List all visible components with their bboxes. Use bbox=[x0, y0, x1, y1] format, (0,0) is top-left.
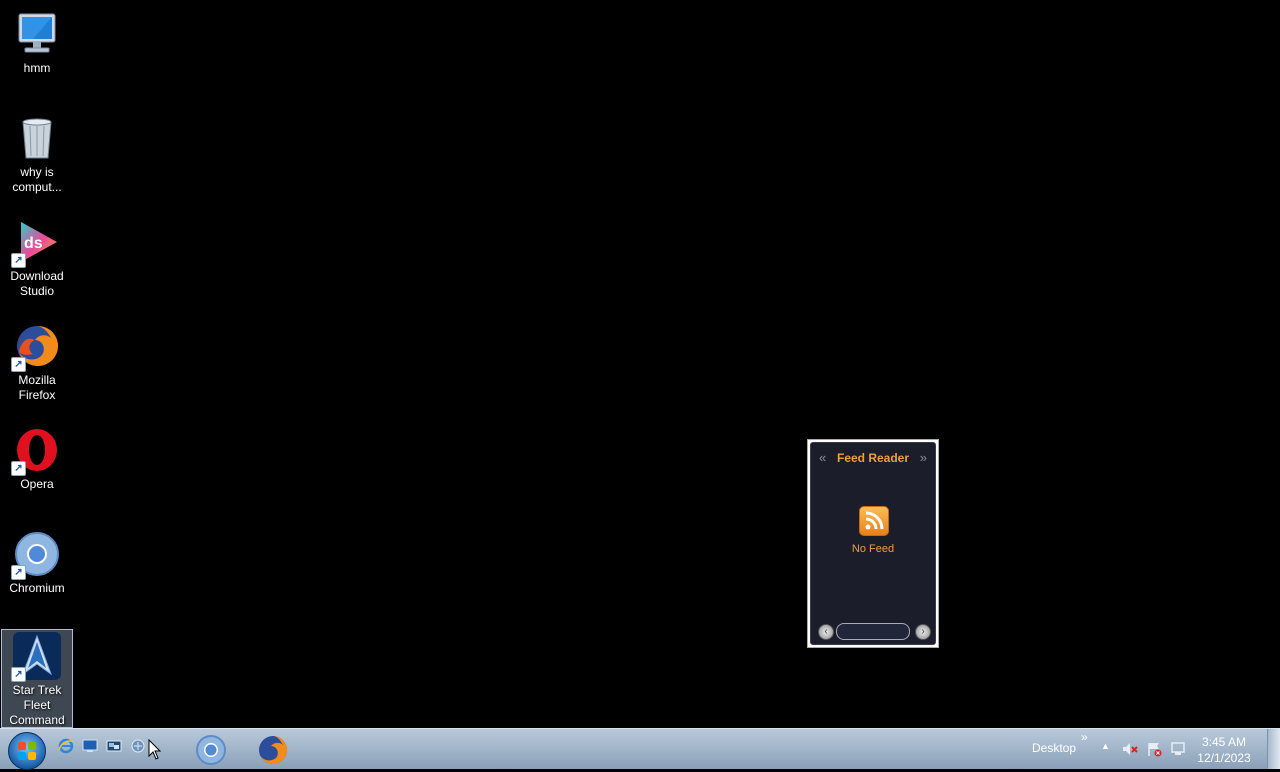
desktop-icon-label: Chromium bbox=[9, 581, 65, 595]
shortcut-arrow-icon: ↗ bbox=[11, 357, 26, 372]
desktop-icon-label: Star Trek Fleet Command bbox=[9, 683, 65, 727]
show-desktop-button[interactable] bbox=[1267, 729, 1280, 769]
firefox-icon: ↗ bbox=[11, 322, 61, 372]
desktop-icon-download-studio[interactable]: ds ↗ Download Studio bbox=[2, 210, 72, 299]
computer-icon bbox=[13, 10, 61, 58]
gadget-status: No Feed bbox=[851, 543, 895, 555]
show-hidden-icons-arrow-icon[interactable]: ▲ bbox=[1101, 741, 1110, 751]
desktop-toolbar-label[interactable]: Desktop bbox=[1032, 741, 1076, 755]
desktop-icon-firefox[interactable]: ↗ Mozilla Firefox bbox=[2, 314, 72, 403]
chromium-icon bbox=[196, 735, 226, 765]
action-center-flag-icon[interactable] bbox=[1146, 741, 1162, 757]
desktop-icon-label: why is comput... bbox=[12, 165, 62, 194]
shortcut-arrow-icon: ↗ bbox=[11, 565, 26, 580]
clock[interactable]: 3:45 AM 12/1/2023 bbox=[1192, 734, 1256, 766]
desktop-icon-label: Download Studio bbox=[10, 269, 64, 298]
shortcut-arrow-icon: ↗ bbox=[11, 253, 26, 268]
gadget-next-button[interactable]: » bbox=[920, 450, 927, 465]
feed-reader-gadget[interactable]: « Feed Reader » No Feed ‹ › bbox=[807, 439, 939, 648]
clock-time: 3:45 AM bbox=[1201, 735, 1247, 749]
desktop-icon-computer[interactable]: hmm bbox=[2, 2, 72, 76]
rss-icon bbox=[859, 506, 889, 536]
desktop-icon-chromium[interactable]: ↗ Chromium bbox=[2, 522, 72, 596]
desktop-icon-label: Mozilla Firefox bbox=[18, 373, 56, 402]
mouse-cursor-icon bbox=[148, 739, 162, 760]
gadget-title: Feed Reader bbox=[836, 451, 910, 465]
internet-explorer-icon[interactable] bbox=[58, 738, 74, 754]
opera-icon: ↗ bbox=[11, 426, 61, 476]
shortcut-arrow-icon: ↗ bbox=[11, 667, 26, 682]
clock-date: 12/1/2023 bbox=[1197, 751, 1251, 765]
shortcut-arrow-icon: ↗ bbox=[11, 461, 26, 476]
desktop-icon-star-trek-fleet-command[interactable]: ↗ Star Trek Fleet Command bbox=[1, 629, 73, 728]
taskbar-chromium-button[interactable] bbox=[184, 731, 238, 767]
volume-muted-icon[interactable] bbox=[1122, 741, 1138, 757]
desktop-icon-label: Opera bbox=[20, 477, 54, 491]
desktop-icon-opera[interactable]: ↗ Opera bbox=[2, 418, 72, 492]
desktop: hmm why is comput... ds ↗ Download Studi… bbox=[0, 0, 1280, 728]
network-icon[interactable] bbox=[130, 738, 146, 754]
windows-logo-icon bbox=[18, 742, 36, 760]
recycle-bin-icon bbox=[13, 114, 61, 162]
gadget-back-arrow-icon[interactable]: ‹ bbox=[818, 624, 834, 640]
network-status-icon[interactable] bbox=[1170, 741, 1186, 757]
start-button[interactable] bbox=[8, 732, 46, 770]
svg-text:ds: ds bbox=[24, 235, 43, 252]
show-desktop-icon[interactable] bbox=[82, 738, 98, 754]
taskbar: Desktop » ▲ 3:45 AM 12/1/2023 bbox=[0, 728, 1280, 770]
toolbar-chevron[interactable]: » bbox=[1081, 730, 1088, 744]
download-studio-icon: ds ↗ bbox=[11, 218, 61, 268]
firefox-icon bbox=[259, 735, 288, 764]
desktop-icon-label: hmm bbox=[23, 61, 51, 75]
chromium-icon: ↗ bbox=[11, 530, 61, 580]
taskbar-firefox-button[interactable] bbox=[246, 731, 300, 767]
gadget-body: « Feed Reader » No Feed ‹ › bbox=[810, 442, 936, 645]
gadget-page-indicator bbox=[836, 623, 910, 640]
desktop-icon-recycle-bin[interactable]: why is comput... bbox=[2, 106, 72, 195]
star-trek-icon: ↗ bbox=[11, 632, 61, 682]
gadget-forward-arrow-icon[interactable]: › bbox=[915, 624, 931, 640]
switch-windows-icon[interactable] bbox=[106, 738, 122, 754]
